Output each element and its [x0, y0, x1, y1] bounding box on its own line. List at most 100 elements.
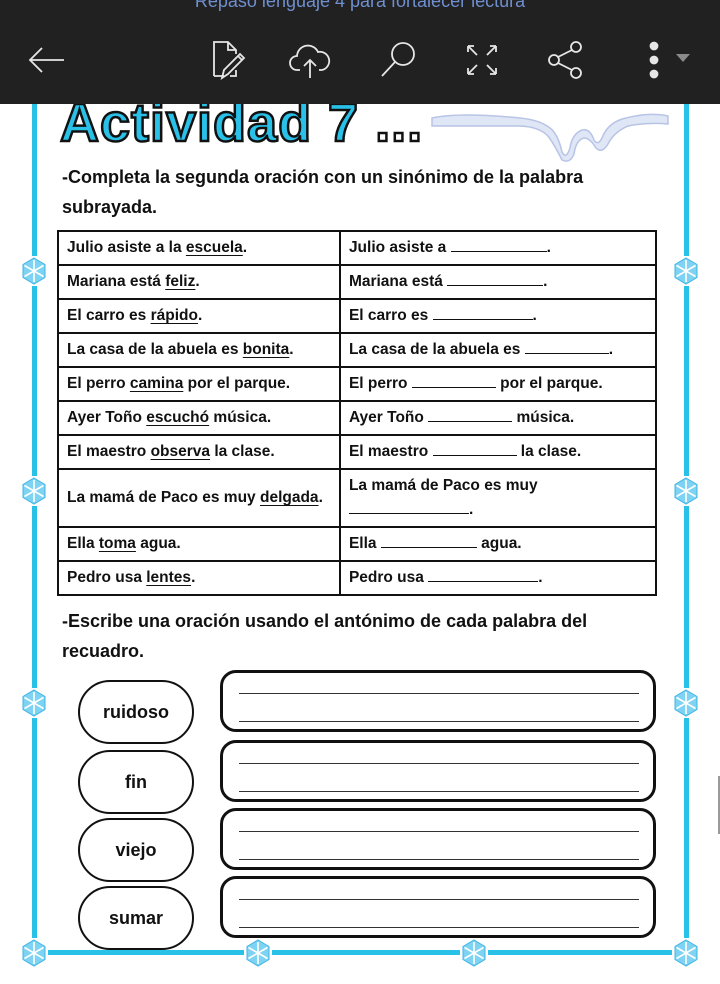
sentence-text: . [608, 341, 614, 358]
completion-sentence: El maestro la clase. [338, 434, 658, 470]
back-arrow-icon [28, 47, 64, 73]
sentence-text: El perro [67, 375, 130, 392]
underlined-word: camina [129, 375, 184, 392]
sentence-text: . [543, 273, 548, 290]
original-sentence: El maestro observa la clase. [57, 434, 341, 470]
sentence-text: agua. [135, 535, 181, 552]
underlined-word: lentes [146, 569, 192, 586]
answer-box[interactable] [220, 808, 656, 870]
snowflake-icon [672, 476, 700, 506]
table-row: El carro es rápido. El carro es . [57, 298, 658, 334]
frame-border-left [32, 104, 37, 954]
table-row: Ella toma agua. Ella agua. [57, 526, 658, 562]
worksheet-page: Actividad 7 ... -Completa la segunda ora… [0, 92, 720, 984]
answer-line [239, 693, 639, 694]
sentence-text: Julio asiste a [348, 239, 451, 256]
table-row: Pedro usa lentes. Pedro usa . [57, 560, 658, 596]
completion-sentence: Mariana está . [338, 264, 658, 300]
antonym-word: sumar [78, 886, 194, 950]
answer-blank[interactable] [380, 532, 477, 548]
upload-button[interactable] [286, 36, 334, 84]
underlined-word: escuela [185, 239, 243, 256]
answer-blank[interactable] [447, 270, 544, 286]
snowflake-icon [20, 476, 48, 506]
antonym-row: ruidoso [78, 670, 658, 744]
more-options-button[interactable] [630, 36, 678, 84]
snowflake-icon [20, 938, 48, 968]
answer-blank[interactable] [432, 440, 517, 456]
sentence-text: música. [209, 409, 272, 426]
table-row: Mariana está feliz. Mariana está . [57, 264, 658, 300]
completion-sentence: El perro por el parque. [338, 366, 658, 402]
completion-sentence: La casa de la abuela es . [338, 332, 658, 368]
answer-blank[interactable] [524, 338, 609, 354]
answer-line [239, 899, 639, 900]
share-button[interactable] [541, 36, 589, 84]
sentence-text: Ella [348, 535, 381, 552]
answer-box[interactable] [220, 876, 656, 938]
table-row: Julio asiste a la escuela. Julio asiste a… [57, 230, 658, 266]
sentence-text: Julio asiste a la [67, 239, 186, 256]
snowflake-icon [672, 688, 700, 718]
underlined-word: observa [150, 443, 211, 460]
sentence-text: Pedro usa [348, 569, 429, 586]
document-title: Repaso lenguaje 4 para fortalecer lectur… [194, 0, 526, 11]
sentence-text: Ella [67, 535, 99, 552]
answer-box[interactable] [220, 740, 656, 802]
answer-line [239, 721, 639, 722]
dropdown-caret-icon[interactable] [676, 54, 690, 62]
sentence-text: El carro es [67, 307, 151, 324]
more-vertical-icon [649, 41, 659, 79]
underlined-word: delgada [259, 489, 319, 506]
fullscreen-button[interactable] [458, 36, 506, 84]
answer-blank[interactable] [411, 372, 496, 388]
search-icon [381, 42, 415, 77]
original-sentence: Mariana está feliz. [57, 264, 341, 300]
sentence-text: Pedro usa [67, 569, 147, 586]
answer-blank[interactable] [428, 566, 539, 582]
sentence-text: por el parque. [183, 375, 291, 392]
snowflake-icon [20, 688, 48, 718]
search-button[interactable] [374, 36, 422, 84]
back-button[interactable] [22, 36, 70, 84]
underlined-word: escuchó [146, 409, 210, 426]
table-row: Ayer Toño escuchó música. Ayer Toño músic… [57, 400, 658, 436]
sentence-text: la clase. [210, 443, 275, 460]
sentence-text: La casa de la abuela es [348, 341, 525, 358]
table-row: La mamá de Paco es muy delgada. La mamá d… [57, 468, 658, 528]
synonym-table: Julio asiste a la escuela. Julio asiste a… [57, 230, 658, 596]
answer-blank[interactable] [432, 304, 533, 320]
answer-blank[interactable] [428, 406, 513, 422]
icicle-decoration-icon [431, 113, 669, 162]
snowflake-icon [20, 256, 48, 286]
share-icon [548, 41, 582, 79]
edit-document-button[interactable] [204, 36, 252, 84]
completion-sentence: Pedro usa . [338, 560, 658, 596]
answer-blank[interactable] [348, 498, 469, 514]
antonym-word: ruidoso [78, 680, 194, 744]
sentence-text: El maestro [348, 443, 433, 460]
original-sentence: Ella toma agua. [57, 526, 341, 562]
underlined-word: rápido [150, 307, 198, 324]
instruction-antonyms: -Escribe una oración usando el antónimo … [62, 611, 588, 661]
completion-sentence: Ella agua. [338, 526, 658, 562]
completion-sentence: El carro es . [338, 298, 658, 334]
original-sentence: El carro es rápido. [57, 298, 341, 334]
sentence-text: Ayer Toño [67, 409, 147, 426]
snowflake-icon [672, 256, 700, 286]
answer-line [239, 927, 639, 928]
answer-box[interactable] [220, 670, 656, 732]
sentence-text: por el parque. [495, 375, 603, 392]
antonym-row: viejo [78, 808, 658, 882]
original-sentence: Julio asiste a la escuela. [57, 230, 341, 266]
table-row: La casa de la abuela es bonita. La casa d… [57, 332, 658, 368]
answer-blank[interactable] [450, 236, 547, 252]
sentence-text: . [195, 273, 200, 290]
sentence-text: . [546, 239, 551, 256]
sentence-text: La mamá de Paco es muy [348, 477, 538, 494]
sentence-text: agua. [476, 535, 522, 552]
sentence-text: . [532, 307, 537, 324]
original-sentence: La mamá de Paco es muy delgada. [57, 468, 341, 528]
app-toolbar: Repaso lenguaje 4 para fortalecer lectur… [0, 0, 720, 104]
snowflake-icon [672, 938, 700, 968]
